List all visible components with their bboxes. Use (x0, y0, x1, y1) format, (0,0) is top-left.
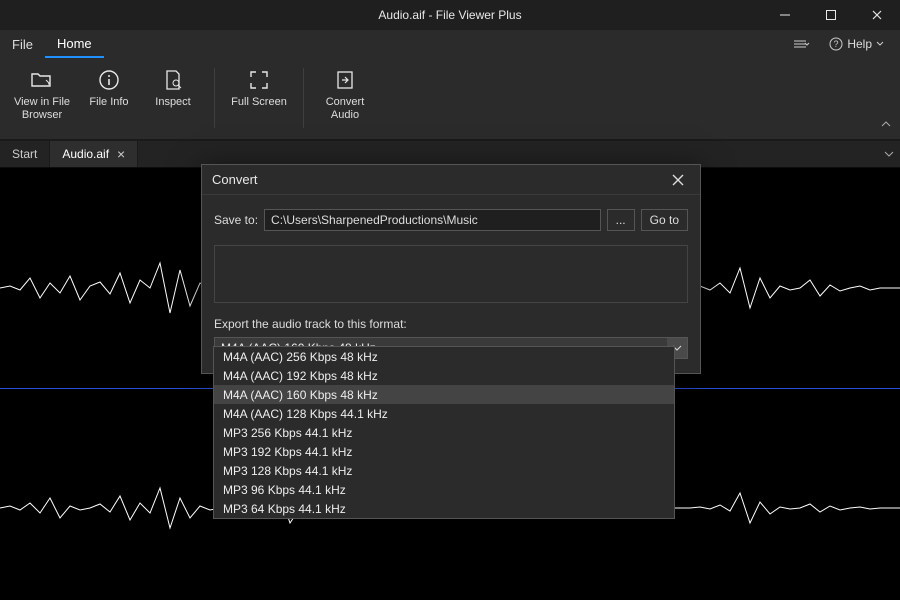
format-option[interactable]: M4A (AAC) 256 Kbps 48 kHz (214, 347, 674, 366)
fullscreen-icon (247, 68, 271, 92)
format-option[interactable]: M4A (AAC) 160 Kbps 48 kHz (214, 385, 674, 404)
settings-icon[interactable] (787, 34, 817, 54)
format-option[interactable]: MP3 128 Kbps 44.1 kHz (214, 461, 674, 480)
format-option[interactable]: MP3 256 Kbps 44.1 kHz (214, 423, 674, 442)
tab-start[interactable]: Start (0, 141, 50, 167)
help-button[interactable]: ? Help (823, 33, 890, 55)
format-dropdown-list[interactable]: M4A (AAC) 256 Kbps 48 kHz M4A (AAC) 192 … (213, 346, 675, 519)
menubar: File Home ? Help (0, 30, 900, 58)
document-search-icon (161, 68, 185, 92)
preview-panel (214, 245, 688, 303)
ribbon-label: View in FileBrowser (14, 96, 70, 122)
close-button[interactable] (854, 0, 900, 30)
collapse-ribbon-button[interactable] (880, 117, 892, 135)
go-to-button[interactable]: Go to (641, 209, 688, 231)
ribbon-label: ConvertAudio (326, 96, 365, 122)
ribbon-label: Inspect (155, 96, 190, 109)
convert-audio-button[interactable]: ConvertAudio (316, 64, 374, 126)
format-option[interactable]: MP3 96 Kbps 44.1 kHz (214, 480, 674, 499)
full-screen-button[interactable]: Full Screen (227, 64, 291, 113)
titlebar: Audio.aif - File Viewer Plus (0, 0, 900, 30)
save-to-input[interactable]: C:\Users\SharpenedProductions\Music (264, 209, 601, 231)
info-icon (97, 68, 121, 92)
separator (214, 68, 215, 128)
minimize-button[interactable] (762, 0, 808, 30)
view-in-file-browser-button[interactable]: View in FileBrowser (10, 64, 74, 126)
format-option[interactable]: MP3 64 Kbps 44.1 kHz (214, 499, 674, 518)
convert-dialog: Convert Save to: C:\Users\SharpenedProdu… (201, 164, 701, 374)
ribbon-label: File Info (89, 96, 128, 109)
maximize-button[interactable] (808, 0, 854, 30)
help-label: Help (847, 37, 872, 51)
browse-button[interactable]: ... (607, 209, 635, 231)
dialog-close-button[interactable] (666, 168, 690, 192)
convert-icon (333, 68, 357, 92)
format-option[interactable]: M4A (AAC) 192 Kbps 48 kHz (214, 366, 674, 385)
ribbon: View in FileBrowser File Info Inspect Fu… (0, 58, 900, 140)
format-option[interactable]: MP3 192 Kbps 44.1 kHz (214, 442, 674, 461)
tab-audio[interactable]: Audio.aif × (50, 141, 138, 167)
separator (303, 68, 304, 128)
export-format-label: Export the audio track to this format: (214, 317, 688, 331)
close-tab-icon[interactable]: × (117, 146, 125, 162)
file-info-button[interactable]: File Info (80, 64, 138, 113)
svg-text:?: ? (834, 39, 839, 49)
folder-open-icon (30, 68, 54, 92)
inspect-button[interactable]: Inspect (144, 64, 202, 113)
save-to-label: Save to: (214, 213, 258, 227)
menu-file[interactable]: File (0, 30, 45, 58)
dialog-title: Convert (212, 172, 258, 187)
menu-home[interactable]: Home (45, 30, 104, 58)
ribbon-label: Full Screen (231, 96, 287, 109)
tab-overflow-button[interactable] (884, 141, 894, 167)
format-option[interactable]: M4A (AAC) 128 Kbps 44.1 kHz (214, 404, 674, 423)
